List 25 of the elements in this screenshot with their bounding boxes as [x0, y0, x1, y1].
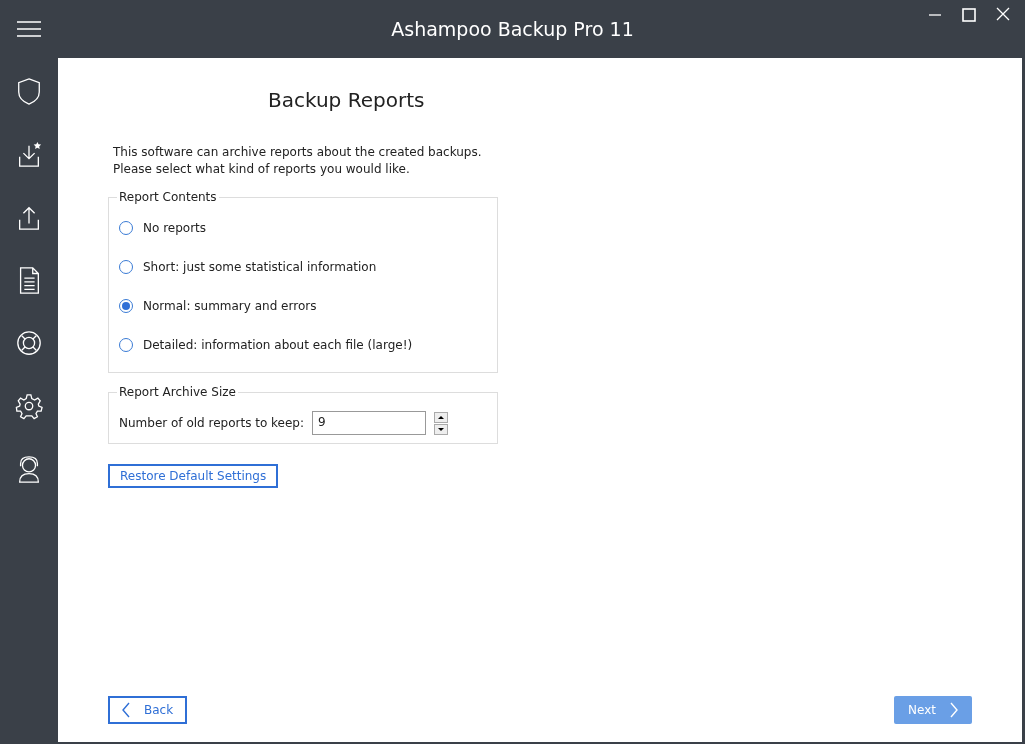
option-label[interactable]: Normal: summary and errors	[143, 298, 317, 313]
page-title: Backup Reports	[268, 88, 425, 112]
shield-icon[interactable]	[15, 76, 43, 107]
back-button[interactable]: Back	[108, 696, 188, 724]
option-label[interactable]: No reports	[143, 220, 207, 235]
radio-button[interactable]	[119, 259, 133, 274]
window-title: Ashampoo Backup Pro 11	[391, 18, 634, 40]
spin-down-icon[interactable]	[434, 423, 449, 435]
radio-button[interactable]	[119, 298, 133, 313]
chevron-right-icon	[950, 702, 958, 718]
chevron-left-icon	[122, 702, 130, 718]
group-legend: Report Archive Size	[117, 385, 238, 399]
field-label: Number of old reports to keep:	[119, 416, 305, 430]
menu-icon[interactable]	[17, 21, 41, 37]
option-label[interactable]: Short: just some statistical information	[143, 259, 377, 274]
radio-button[interactable]	[119, 220, 133, 235]
spin-up-icon[interactable]	[434, 411, 449, 423]
restore-defaults-button[interactable]: Restore Default Settings	[108, 464, 279, 488]
settings-icon[interactable]	[15, 391, 43, 422]
intro-text: This software can archive reports about the created backups.	[113, 144, 482, 161]
radio-button[interactable]	[119, 337, 133, 352]
number-field[interactable]: 9	[312, 411, 427, 435]
group-legend: Report Contents	[117, 190, 219, 204]
option-label[interactable]: Detailed: information about each file (large!)	[143, 337, 413, 352]
intro-text: Please select what kind of reports you would like.	[113, 161, 410, 178]
